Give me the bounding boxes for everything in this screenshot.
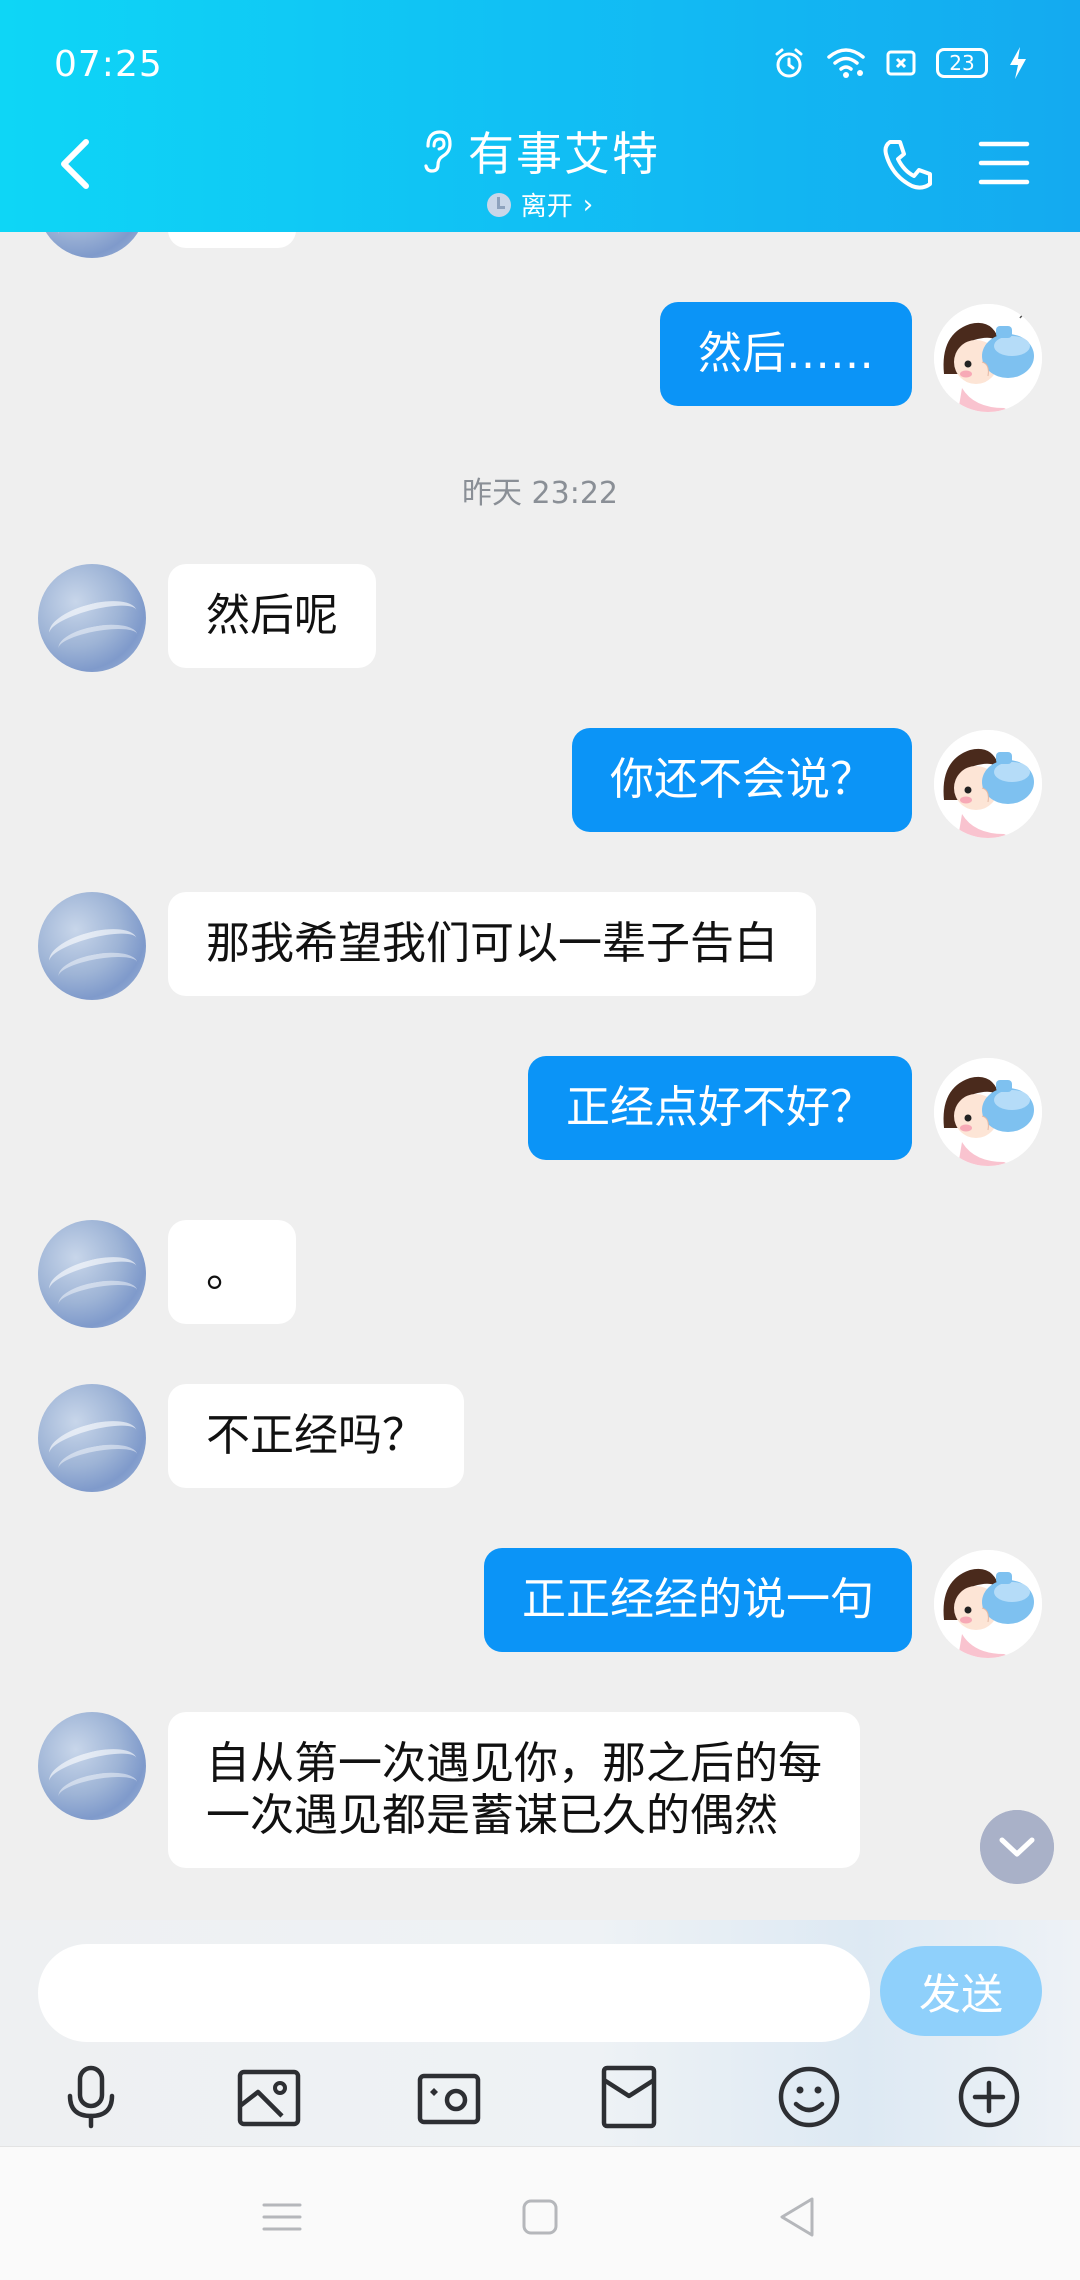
contact-status[interactable]: 离开 (521, 186, 573, 223)
contact-avatar[interactable] (38, 1384, 146, 1492)
send-button[interactable]: 发送 (880, 1946, 1042, 2036)
contact-name: 有事艾特 (468, 127, 660, 181)
chevron-right-icon: › (582, 189, 594, 220)
message-line: 自从第一次遇见你，那之后的每 (206, 1738, 822, 1789)
my-avatar[interactable] (934, 1550, 1042, 1658)
status-time: 07:25 (54, 44, 163, 85)
message-bubble-partial (168, 232, 296, 248)
battery-icon: 23 (936, 48, 988, 78)
emoji-icon[interactable] (774, 2062, 844, 2132)
battery-level: 23 (949, 51, 975, 75)
message-input[interactable] (38, 1944, 870, 2042)
girl-avatar-illustration (934, 730, 1042, 838)
menu-nav-icon[interactable] (252, 2187, 312, 2247)
my-avatar[interactable] (934, 730, 1042, 838)
composer-bar: 发送 (0, 1920, 1080, 2146)
phone-icon[interactable] (882, 136, 934, 192)
camera-icon[interactable] (414, 2062, 484, 2132)
outgoing-message[interactable]: 正正经经的说一句 (484, 1548, 912, 1652)
message-line: 一次遇见都是蓄谋已久的偶然 (206, 1790, 778, 1841)
outgoing-message[interactable]: 然后…… (660, 302, 912, 406)
menu-icon[interactable] (978, 140, 1030, 186)
status-icons: 23 (772, 46, 1028, 80)
incoming-message[interactable]: 那我希望我们可以一辈子告白 (168, 892, 816, 996)
outgoing-message[interactable]: 你还不会说？ (572, 728, 912, 832)
outgoing-message[interactable]: 正经点好不好？ (528, 1056, 912, 1160)
contact-avatar[interactable] (38, 892, 146, 1000)
sim-off-icon (886, 50, 916, 76)
microphone-icon[interactable] (56, 2062, 126, 2132)
away-status-icon (486, 192, 511, 217)
my-avatar[interactable] (934, 1058, 1042, 1166)
wifi-icon (827, 48, 865, 78)
contact-avatar[interactable] (38, 564, 146, 672)
back-nav-icon[interactable] (768, 2187, 828, 2247)
red-packet-icon[interactable] (594, 2062, 664, 2132)
home-nav-icon[interactable] (510, 2187, 570, 2247)
scroll-to-bottom-button[interactable] (980, 1810, 1054, 1884)
incoming-message[interactable]: 然后呢 (168, 564, 376, 668)
my-avatar[interactable] (934, 304, 1042, 412)
chat-header: 07:25 23 有事艾特 离开 › (0, 0, 1080, 232)
contact-avatar[interactable] (38, 1712, 146, 1820)
system-navigation-bar (0, 2146, 1080, 2280)
image-icon[interactable] (234, 2062, 304, 2132)
incoming-message[interactable]: 自从第一次遇见你，那之后的每 一次遇见都是蓄谋已久的偶然 (168, 1712, 860, 1868)
contact-avatar[interactable] (38, 1220, 146, 1328)
alarm-icon (775, 48, 803, 78)
plus-icon[interactable] (954, 2062, 1024, 2132)
girl-avatar-illustration (934, 1058, 1042, 1166)
ear-icon (424, 130, 452, 173)
chat-message-list[interactable]: 然后…… 昨天 23:22 然后呢 你还不会说？ 那我希望我们可以一辈子告白 正… (0, 232, 1080, 1920)
timestamp: 昨天 23:22 (462, 476, 618, 511)
girl-avatar-illustration (934, 304, 1042, 412)
charging-icon (1010, 47, 1026, 79)
incoming-message[interactable]: 。 (168, 1220, 296, 1324)
girl-avatar-illustration (934, 1550, 1042, 1658)
contact-avatar[interactable] (38, 232, 146, 258)
incoming-message[interactable]: 不正经吗？ (168, 1384, 464, 1488)
